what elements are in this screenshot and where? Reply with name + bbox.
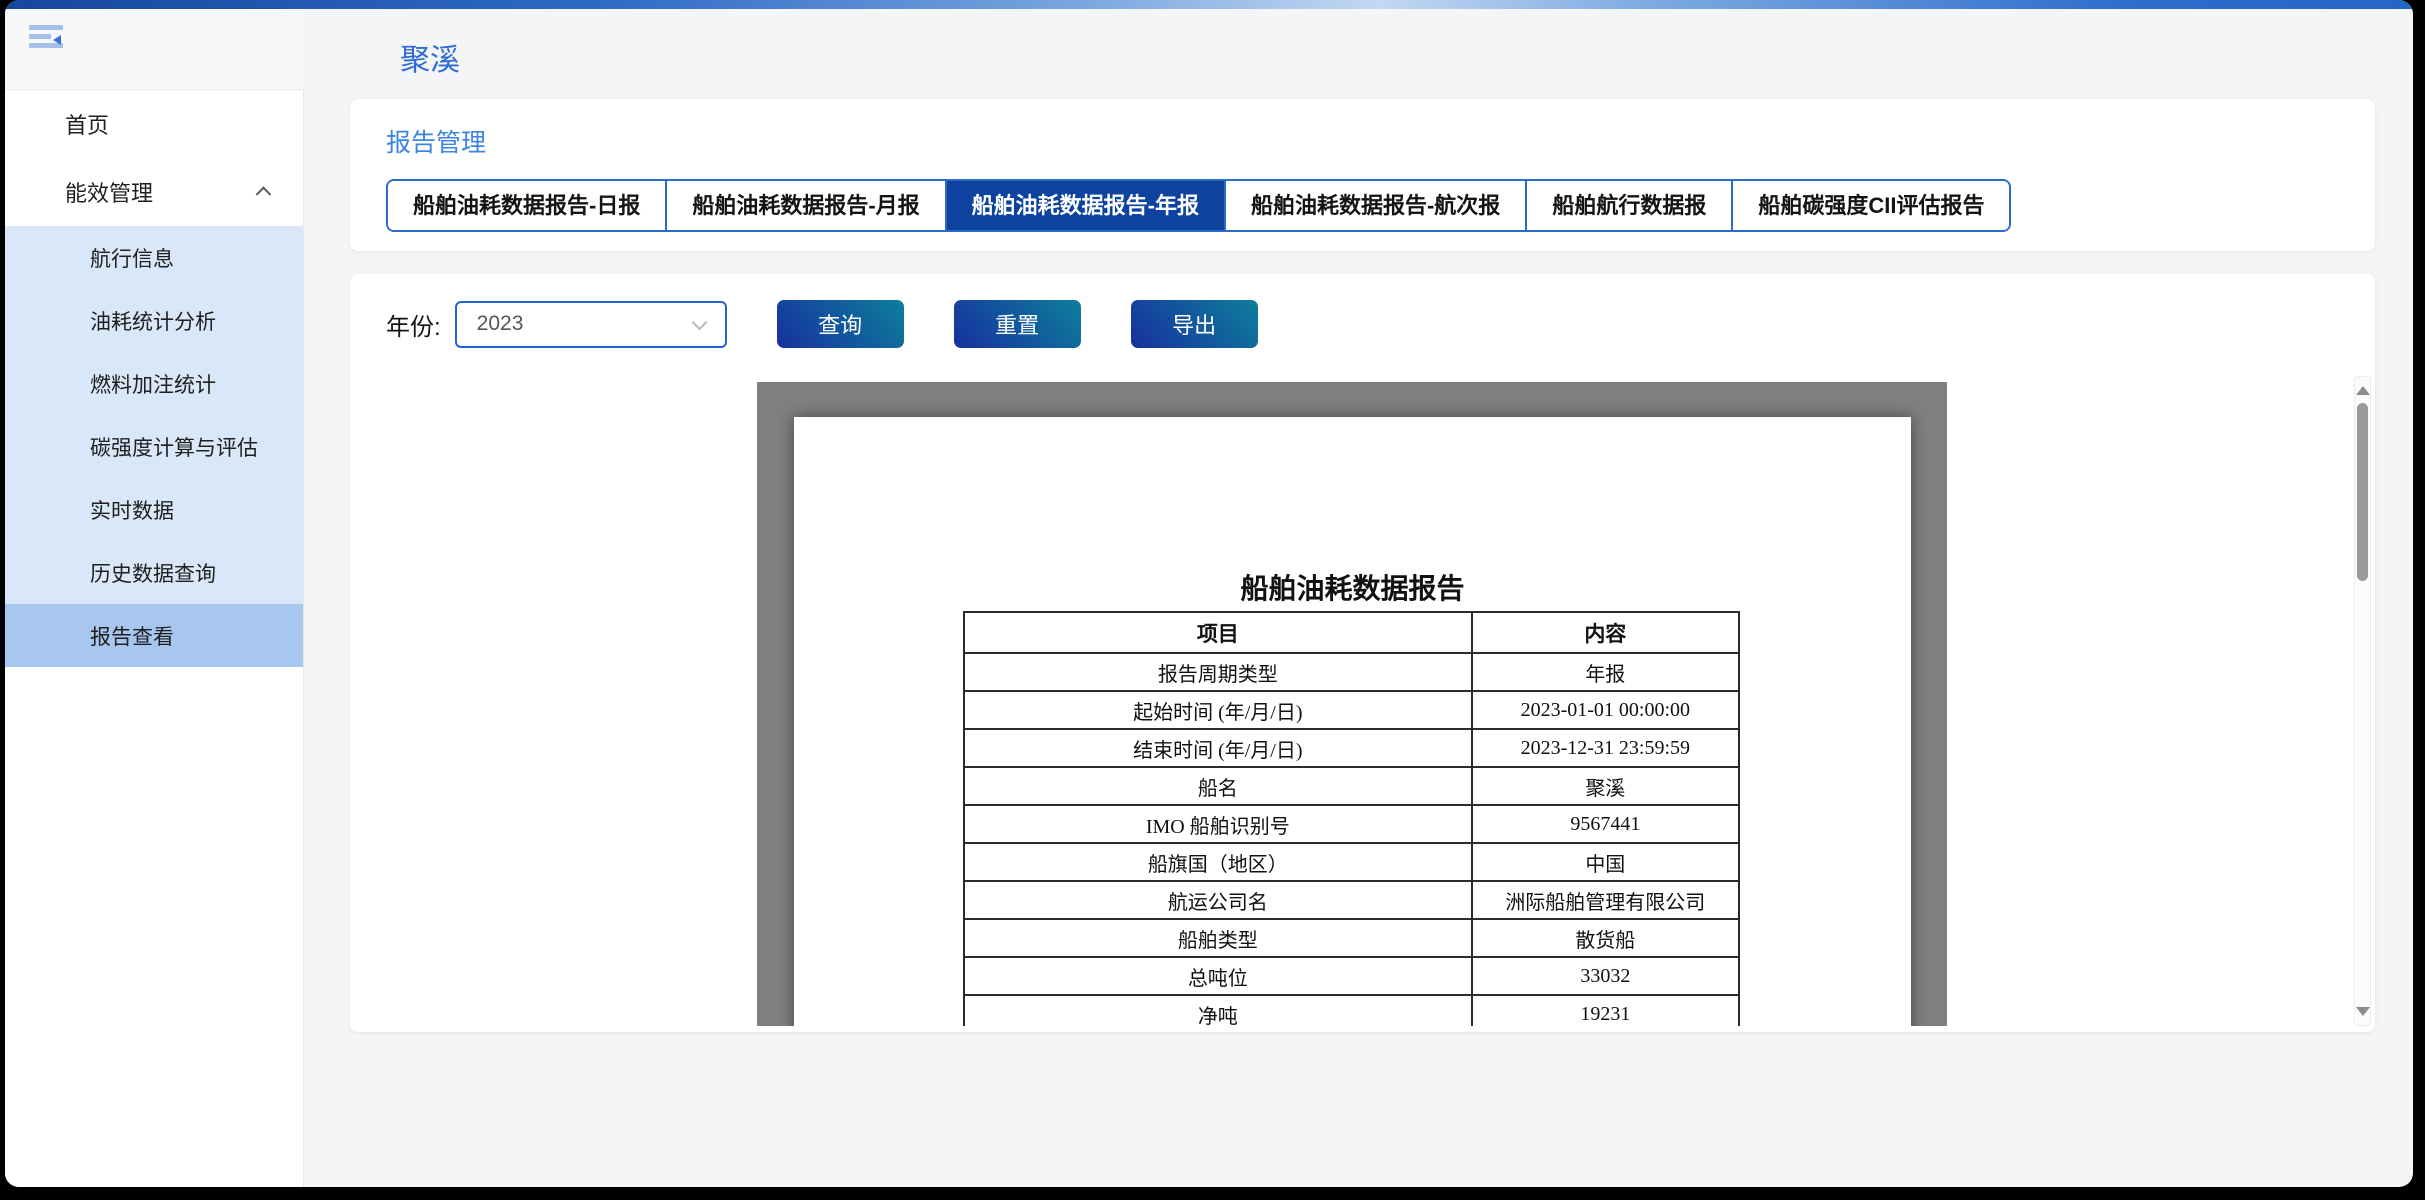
column-header-content: 内容 <box>1472 612 1739 653</box>
sidebar-subitem[interactable]: 油耗统计分析 <box>5 289 303 352</box>
table-cell: 航运公司名 <box>964 881 1472 919</box>
sidebar-item-energy-management[interactable]: 能效管理 <box>5 158 303 226</box>
main-area: 聚溪 报告管理 船舶油耗数据报告-日报船舶油耗数据报告-月报船舶油耗数据报告-年… <box>304 9 2413 1187</box>
table-row: 总吨位33032 <box>964 957 1739 995</box>
report-tab[interactable]: 船舶油耗数据报告-日报 <box>388 181 665 230</box>
report-tab[interactable]: 船舶碳强度CII评估报告 <box>1731 181 2009 230</box>
pdf-viewer[interactable]: 船舶油耗数据报告 项目 内容 报告周期类型年报起始时间 (年/月/日)2023-… <box>757 382 1947 1026</box>
table-cell: IMO 船舶识别号 <box>964 805 1472 843</box>
reset-button[interactable]: 重置 <box>954 300 1081 348</box>
column-header-item: 项目 <box>964 612 1472 653</box>
pdf-report-table: 项目 内容 报告周期类型年报起始时间 (年/月/日)2023-01-01 00:… <box>963 611 1740 1026</box>
table-row: 航运公司名洲际船舶管理有限公司 <box>964 881 1739 919</box>
sidebar-subitem[interactable]: 航行信息 <box>5 226 303 289</box>
export-button[interactable]: 导出 <box>1131 300 1258 348</box>
scroll-down-arrow-icon[interactable] <box>2356 1007 2370 1016</box>
table-header-row: 项目 内容 <box>964 612 1739 653</box>
table-cell: 聚溪 <box>1472 767 1739 805</box>
report-tab[interactable]: 船舶航行数据报 <box>1525 181 1731 230</box>
table-row: IMO 船舶识别号9567441 <box>964 805 1739 843</box>
sidebar-menu: 首页 能效管理 航行信息油耗统计分析燃料加注统计碳强度计算与评估实时数据历史数据… <box>5 89 304 1187</box>
table-cell: 洲际船舶管理有限公司 <box>1472 881 1739 919</box>
top-gradient-bar <box>5 0 2413 9</box>
sidebar-subitem[interactable]: 燃料加注统计 <box>5 352 303 415</box>
table-cell: 船舶类型 <box>964 919 1472 957</box>
table-cell: 中国 <box>1472 843 1739 881</box>
app-window: 首页 能效管理 航行信息油耗统计分析燃料加注统计碳强度计算与评估实时数据历史数据… <box>5 0 2413 1187</box>
year-select[interactable]: 2023 <box>455 301 727 348</box>
table-row: 报告周期类型年报 <box>964 653 1739 691</box>
report-tab[interactable]: 船舶油耗数据报告-年报 <box>945 181 1224 230</box>
table-cell: 净吨 <box>964 995 1472 1026</box>
table-cell: 报告周期类型 <box>964 653 1472 691</box>
scroll-up-arrow-icon[interactable] <box>2356 386 2370 395</box>
table-cell: 2023-12-31 23:59:59 <box>1472 729 1739 767</box>
report-tab[interactable]: 船舶油耗数据报告-月报 <box>665 181 944 230</box>
pdf-report-title: 船舶油耗数据报告 <box>794 567 1911 607</box>
sidebar-header <box>5 9 304 89</box>
chevron-down-icon <box>691 314 707 330</box>
table-cell: 总吨位 <box>964 957 1472 995</box>
table-cell: 起始时间 (年/月/日) <box>964 691 1472 729</box>
sidebar-subitem[interactable]: 实时数据 <box>5 478 303 541</box>
chevron-up-icon <box>256 186 272 202</box>
table-cell: 33032 <box>1472 957 1739 995</box>
collapse-menu-icon[interactable] <box>29 25 63 53</box>
table-cell: 散货船 <box>1472 919 1739 957</box>
report-tab[interactable]: 船舶油耗数据报告-航次报 <box>1224 181 1525 230</box>
sidebar: 首页 能效管理 航行信息油耗统计分析燃料加注统计碳强度计算与评估实时数据历史数据… <box>5 9 304 1187</box>
menu-bar-line <box>29 34 51 39</box>
sidebar-item-home[interactable]: 首页 <box>5 90 303 158</box>
fold-arrow-icon <box>53 35 61 45</box>
page-header: 聚溪 <box>304 9 2413 99</box>
filter-buttons: 查询 重置 导出 <box>727 300 1258 348</box>
scrollbar-thumb[interactable] <box>2357 403 2368 581</box>
report-management-card: 报告管理 船舶油耗数据报告-日报船舶油耗数据报告-月报船舶油耗数据报告-年报船舶… <box>350 99 2375 251</box>
table-row: 船名聚溪 <box>964 767 1739 805</box>
pdf-page: 船舶油耗数据报告 项目 内容 报告周期类型年报起始时间 (年/月/日)2023-… <box>794 417 1911 1026</box>
menu-bar-line <box>29 25 63 30</box>
table-body: 报告周期类型年报起始时间 (年/月/日)2023-01-01 00:00:00结… <box>964 653 1739 1026</box>
table-cell: 年报 <box>1472 653 1739 691</box>
sidebar-subitem[interactable]: 碳强度计算与评估 <box>5 415 303 478</box>
table-cell: 2023-01-01 00:00:00 <box>1472 691 1739 729</box>
table-row: 结束时间 (年/月/日)2023-12-31 23:59:59 <box>964 729 1739 767</box>
table-cell: 结束时间 (年/月/日) <box>964 729 1472 767</box>
page-title: 聚溪 <box>400 35 2413 79</box>
table-cell: 船旗国（地区） <box>964 843 1472 881</box>
report-content-card: 年份: 2023 查询 重置 导出 船舶油耗数据报告 项目 内容 报告周期类型年报起… <box>350 274 2375 1032</box>
sidebar-subitem[interactable]: 历史数据查询 <box>5 541 303 604</box>
table-row: 船旗国（地区）中国 <box>964 843 1739 881</box>
table-cell: 船名 <box>964 767 1472 805</box>
table-row: 净吨19231 <box>964 995 1739 1026</box>
year-select-value: 2023 <box>477 312 524 336</box>
table-cell: 19231 <box>1472 995 1739 1026</box>
vertical-scrollbar[interactable] <box>2354 376 2371 1026</box>
table-row: 船舶类型散货船 <box>964 919 1739 957</box>
sidebar-submenu: 航行信息油耗统计分析燃料加注统计碳强度计算与评估实时数据历史数据查询报告查看 <box>5 226 303 667</box>
table-row: 起始时间 (年/月/日)2023-01-01 00:00:00 <box>964 691 1739 729</box>
table-cell: 9567441 <box>1472 805 1739 843</box>
filter-row: 年份: 2023 查询 重置 导出 <box>386 300 2339 348</box>
query-button[interactable]: 查询 <box>777 300 904 348</box>
year-label: 年份: <box>386 307 441 342</box>
sidebar-subitem[interactable]: 报告查看 <box>5 604 303 667</box>
sidebar-item-label: 能效管理 <box>65 176 153 208</box>
report-tab-group: 船舶油耗数据报告-日报船舶油耗数据报告-月报船舶油耗数据报告-年报船舶油耗数据报… <box>386 179 2011 232</box>
report-management-title: 报告管理 <box>386 123 2339 159</box>
